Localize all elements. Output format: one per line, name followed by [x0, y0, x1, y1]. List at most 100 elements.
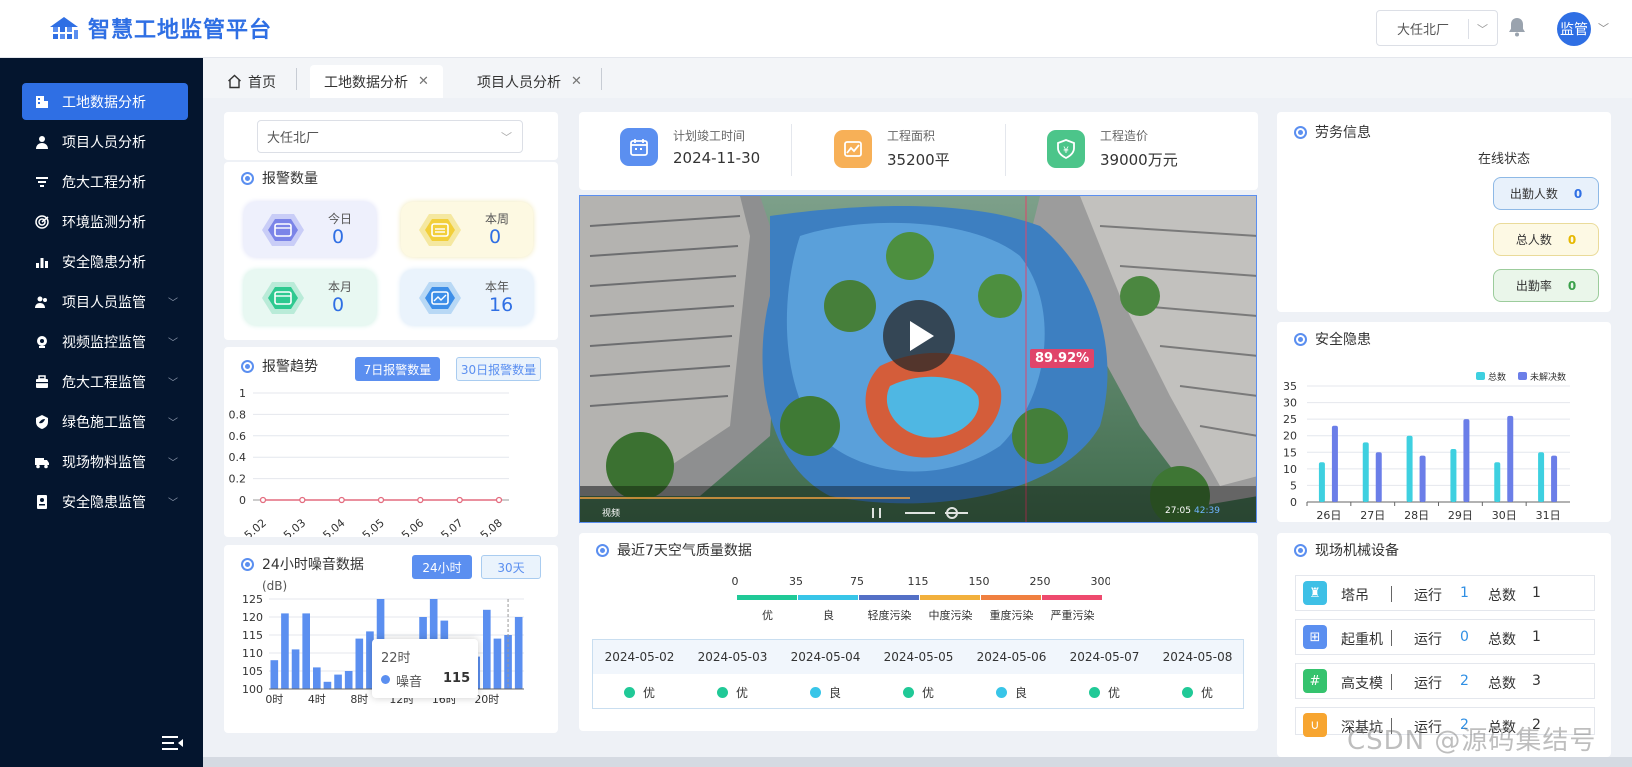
people-icon — [34, 294, 50, 310]
hazard-bar — [1318, 462, 1325, 502]
user-avatar[interactable]: 监管 — [1557, 12, 1591, 46]
site-select[interactable]: 大任北厂 ﹀ — [257, 120, 523, 153]
aqi-scale-value: 250 — [1030, 575, 1051, 588]
card-title-text: 现场机械设备 — [1315, 543, 1399, 559]
run-value: 1 — [1460, 585, 1469, 601]
noise-bar — [483, 609, 491, 689]
noise-bar — [291, 649, 300, 689]
card-title-text: 24小时噪音数据 — [262, 557, 364, 573]
machinery-row[interactable]: ♜ 塔吊 运行 1 总数 1 — [1295, 575, 1595, 611]
alarm-trend-card: 报警趋势 7日报警数量 30日报警数量 0 0.2 0.4 0.6 0.8 1 5.02 5.… — [224, 347, 558, 537]
y-tick-label: 30 — [1283, 397, 1297, 410]
tab-site-data-analysis[interactable]: 工地数据分析 ✕ — [310, 65, 443, 98]
aqi-level: 优 — [593, 684, 686, 701]
y-tick-label: 105 — [242, 665, 263, 678]
sidebar-item-safety-analysis[interactable]: 安全隐患分析 — [22, 243, 188, 280]
total-label: 总数 — [1488, 676, 1516, 692]
aqi-date: 2024-05-06 — [976, 650, 1047, 664]
toolbox-icon — [34, 374, 50, 390]
x-tick-label: 5.05 — [360, 516, 387, 537]
chevron-down-icon: ﹀ — [168, 458, 178, 469]
tab-personnel-analysis[interactable]: 项目人员分析 ✕ — [477, 65, 582, 98]
sidebar-item-video-supervision[interactable]: 视频监控监管 ﹀ — [22, 323, 188, 360]
tooltip-label: 噪音 — [396, 675, 423, 690]
horizontal-scrollbar[interactable] — [203, 757, 1632, 767]
crane-icon: ⊞ — [1303, 625, 1327, 649]
sidebar-item-personnel-analysis[interactable]: 项目人员分析 — [22, 123, 188, 160]
app-title: 智慧工地监管平台 — [88, 18, 273, 43]
stat-value: 39000万元 — [1100, 151, 1178, 169]
aqi-dot — [1088, 687, 1100, 698]
menu-collapse-icon[interactable] — [162, 735, 184, 751]
sidebar-item-label: 安全隐患监管 — [62, 494, 146, 511]
alarm-count-card: 报警数量 今日 0 本周 0 本月 0 本年 16 — [224, 162, 558, 340]
sidebar-item-label: 绿色施工监管 — [62, 414, 146, 431]
labor-value: 0 — [1567, 278, 1577, 293]
bell-icon[interactable] — [1508, 17, 1526, 37]
divider — [1391, 586, 1392, 602]
chevron-down-icon: ﹀ — [1477, 23, 1488, 36]
chevron-down-icon: ﹀ — [501, 131, 512, 144]
chevron-down-icon: ﹀ — [168, 298, 178, 309]
aqi-level: 优 — [872, 684, 965, 701]
aqi-date: 2024-05-03 — [697, 650, 768, 664]
aqi-dot — [1181, 687, 1193, 698]
sidebar-item-material-supervision[interactable]: 现场物料监管 ﹀ — [22, 443, 188, 480]
sidebar-item-personnel-supervision[interactable]: 项目人员监管 ﹀ — [22, 283, 188, 320]
aqi-dot — [995, 687, 1007, 698]
x-tick-label: 28日 — [1404, 509, 1429, 522]
machinery-title: 现场机械设备 — [1294, 540, 1399, 560]
noise-30day-button[interactable]: 30天 — [481, 555, 541, 579]
noise-bar — [514, 617, 523, 689]
labor-value: 0 — [1567, 232, 1577, 247]
video-player[interactable]: 89.92% 视频 27:05 42:39 — [579, 195, 1257, 523]
close-icon[interactable]: ✕ — [418, 74, 429, 89]
run-label: 运行 — [1414, 632, 1442, 648]
y-tick-label: 25 — [1283, 413, 1297, 426]
alarm-label: 本周 — [485, 212, 510, 226]
sidebar-item-safety-supervision[interactable]: 安全隐患监管 ﹀ — [22, 483, 188, 520]
x-tick-label: 5.02 — [242, 516, 269, 537]
filter-icon — [34, 174, 50, 190]
aqi-scale-segment — [798, 595, 858, 600]
sidebar-item-site-data-analysis[interactable]: 工地数据分析 — [22, 83, 188, 120]
sidebar-item-env-analysis[interactable]: 环境监测分析 — [22, 203, 188, 240]
labor-rate: 出勤率 0 — [1493, 269, 1599, 302]
machinery-row[interactable]: # 高支模 运行 2 总数 3 — [1295, 663, 1595, 699]
close-icon[interactable]: ✕ — [571, 74, 582, 89]
sidebar-item-hazard-eng-analysis[interactable]: 危大工程分析 — [22, 163, 188, 200]
building-icon — [34, 94, 50, 110]
sidebar-item-hazard-eng-supervision[interactable]: 危大工程监管 ﹀ — [22, 363, 188, 400]
chevron-down-icon[interactable]: ﹀ — [1598, 20, 1609, 36]
x-tick-label: 31日 — [1536, 509, 1561, 522]
y-tick-label: 0.4 — [229, 451, 247, 464]
project-select[interactable]: 大任北厂 ﹀ — [1376, 10, 1498, 46]
x-tick-label: 5.08 — [478, 516, 505, 537]
aqi-dot — [902, 687, 914, 698]
stat-area: 工程面积 35200平 — [834, 127, 950, 170]
noise-bar — [493, 638, 502, 689]
stat-divider — [791, 124, 792, 176]
radar-icon — [34, 214, 50, 230]
alarm-trend-title: 报警趋势 — [241, 356, 318, 376]
machinery-row[interactable]: ⊞ 起重机 运行 0 总数 1 — [1295, 619, 1595, 655]
target-icon — [1294, 125, 1307, 139]
noise-24h-button[interactable]: 24小时 — [412, 555, 472, 579]
sidebar-item-green-supervision[interactable]: 绿色施工监管 ﹀ — [22, 403, 188, 440]
trend-30day-button[interactable]: 30日报警数量 — [456, 357, 541, 381]
trend-7day-button[interactable]: 7日报警数量 — [355, 357, 440, 381]
hazard-bar — [1331, 425, 1338, 502]
aqi-level-label: 严重污染 — [1051, 608, 1095, 622]
labor-title: 劳务信息 — [1294, 122, 1371, 142]
aqi-level-text: 良 — [1014, 686, 1027, 700]
tab-home[interactable]: 首页 — [227, 65, 276, 98]
calendar-icon — [620, 128, 658, 166]
legend-label: 未解决数 — [1530, 371, 1566, 383]
alarm-value: 0 — [489, 226, 502, 248]
logo-icon — [50, 17, 78, 39]
tooltip-value: 115 — [443, 671, 471, 686]
stat-value: 35200平 — [887, 151, 950, 169]
hazard-bar — [1494, 462, 1501, 502]
x-tick-label: 5.06 — [399, 516, 426, 537]
alarm-label: 本年 — [485, 280, 510, 294]
